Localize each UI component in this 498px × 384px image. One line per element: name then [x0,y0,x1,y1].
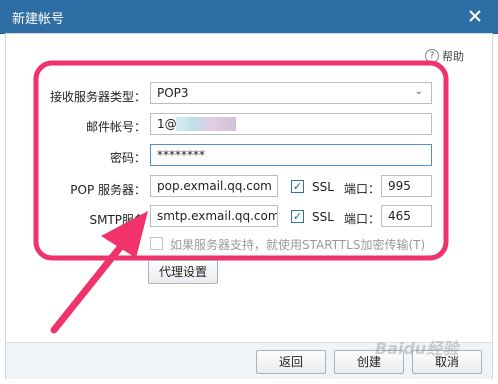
server-type-label: 接收服务器类型： [49,90,146,104]
redaction-mask [176,117,236,131]
server-type-value: POP3 [157,86,189,100]
account-label: 邮件帐号： [85,120,146,134]
account-value: 1@ [157,117,177,131]
help-label: 帮助 [442,50,464,63]
pop-server-input[interactable]: pop.exmail.qq.com [150,175,278,197]
pop-server-label: POP 服务器： [70,183,146,197]
password-label: 密码： [109,151,146,165]
proxy-settings-button[interactable]: 代理设置 [148,260,218,284]
password-value: ******** [157,148,205,162]
pop-port-label: 端口： [344,182,381,196]
smtp-ssl-label: SSL [312,210,334,224]
starttls-checkbox[interactable] [150,237,163,250]
smtp-port-input[interactable]: 465 [381,205,432,227]
starttls-label: 如果服务器支持，就使用STARTTLS加密传输(T) [170,238,426,252]
close-icon[interactable] [465,6,485,26]
password-input[interactable]: ******** [150,144,432,166]
smtp-server-input[interactable]: smtp.exmail.qq.com [150,205,278,227]
back-button[interactable]: 返回 [256,350,326,374]
pop-ssl-label: SSL [312,180,334,194]
title-bar: 新建帐号 [0,0,498,34]
smtp-ssl-checkbox[interactable]: ✓ [291,210,304,223]
smtp-port-value: 465 [388,209,411,223]
help-link[interactable]: ? 帮助 [425,48,464,64]
chevron-down-icon: ⌄ [414,86,423,97]
pop-ssl-checkbox[interactable]: ✓ [291,180,304,193]
help-icon: ? [425,49,439,63]
pop-server-value: pop.exmail.qq.com [157,179,272,193]
window-title: 新建帐号 [12,12,65,27]
pop-port-value: 995 [388,179,411,193]
smtp-server-value: smtp.exmail.qq.com [157,209,278,223]
pop-port-input[interactable]: 995 [381,175,432,197]
watermark: Baidu经验 [375,339,459,358]
server-type-select[interactable]: POP3 ⌄ [150,82,432,104]
smtp-port-label: 端口： [344,212,381,226]
smtp-server-label: SMTP服务 [89,213,146,227]
